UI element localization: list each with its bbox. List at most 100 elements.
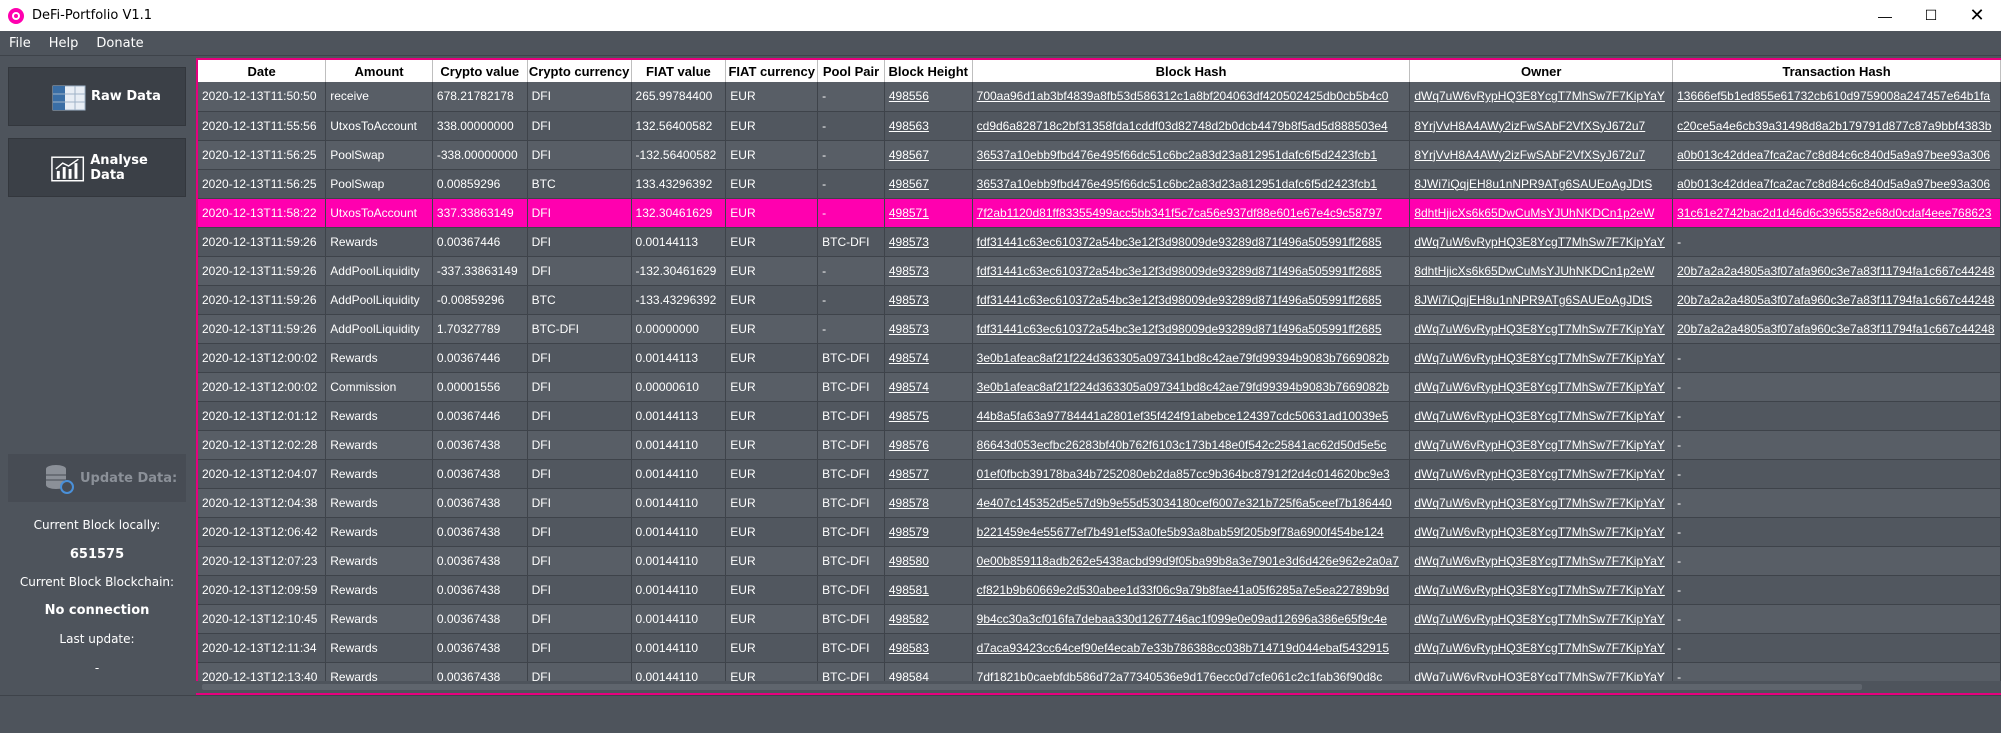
maximize-button[interactable]: ☐ bbox=[1908, 0, 1954, 31]
table-cell-block-height[interactable]: 498579 bbox=[884, 517, 973, 547]
table-row[interactable]: 2020-12-13T12:10:45 Rewards 0.00367438 DFI 0… bbox=[198, 604, 2001, 634]
table-row[interactable]: 2020-12-13T11:56:25 PoolSwap 0.00859296 BTC… bbox=[198, 169, 2001, 199]
table-cell-block-hash[interactable]: 7f2ab1120d81ff83355499acc5bb341f5c7ca56e… bbox=[972, 198, 1411, 228]
table-cell-block-height[interactable]: 498556 bbox=[884, 82, 973, 112]
table-cell-owner[interactable]: dWq7uW6vRypHQ3E8YcgT7MhSw7F7KipYaY bbox=[1409, 372, 1674, 402]
column-header-crypto-currency[interactable]: Crypto currency bbox=[527, 60, 632, 82]
table-cell-owner[interactable]: dWq7uW6vRypHQ3E8YcgT7MhSw7F7KipYaY bbox=[1409, 604, 1674, 634]
table-cell-block-height[interactable]: 498573 bbox=[884, 314, 973, 344]
column-header-pool-pair[interactable]: Pool Pair bbox=[817, 60, 885, 82]
table-cell-owner[interactable]: dWq7uW6vRypHQ3E8YcgT7MhSw7F7KipYaY bbox=[1409, 227, 1674, 257]
column-header-amount[interactable]: Amount bbox=[325, 60, 433, 82]
menu-file[interactable]: File bbox=[0, 36, 40, 51]
table-cell-block-height[interactable]: 498573 bbox=[884, 285, 973, 315]
table-cell-block-height[interactable]: 498574 bbox=[884, 372, 973, 402]
table-row[interactable]: 2020-12-13T12:00:02 Commission 0.00001556 D… bbox=[198, 372, 2001, 402]
table-cell-block-height[interactable]: 498563 bbox=[884, 111, 973, 141]
table-cell-block-height[interactable]: 498583 bbox=[884, 633, 973, 663]
table-cell-block-hash[interactable]: d7aca93423cc64cef90ef4ecab7e33b786388cc0… bbox=[972, 633, 1411, 663]
close-button[interactable]: ✕ bbox=[1954, 0, 2000, 31]
table-cell-block-height[interactable]: 498581 bbox=[884, 575, 973, 605]
table-cell-block-hash[interactable]: 3e0b1afeac8af21f224d363305a097341bd8c42a… bbox=[972, 372, 1411, 402]
horizontal-scrollbar[interactable] bbox=[196, 681, 2001, 693]
table-cell-owner[interactable]: 8dhtHjicXs6k65DwCuMsYJUhNKDCn1p2eW bbox=[1409, 198, 1674, 228]
table-row[interactable]: 2020-12-13T11:59:26 AddPoolLiquidity -0.00… bbox=[198, 285, 2001, 315]
table-cell-owner[interactable]: dWq7uW6vRypHQ3E8YcgT7MhSw7F7KipYaY bbox=[1409, 430, 1674, 460]
table-cell-transaction-hash[interactable]: c20ce5a4e6cb39a31498d8a2b179791d877c87a9… bbox=[1672, 111, 2001, 141]
column-header-fiat-value[interactable]: FIAT value bbox=[631, 60, 727, 82]
update-data-button[interactable]: Update Data: bbox=[8, 454, 186, 502]
table-cell-block-height[interactable]: 498582 bbox=[884, 604, 973, 634]
table-cell-block-hash[interactable]: 01ef0fbcb39178ba34b7252080eb2da857cc9b36… bbox=[972, 459, 1411, 489]
table-cell-block-hash[interactable]: fdf31441c63ec610372a54bc3e12f3d98009de93… bbox=[972, 227, 1411, 257]
table-cell-block-hash[interactable]: fdf31441c63ec610372a54bc3e12f3d98009de93… bbox=[972, 314, 1411, 344]
table-cell-block-height[interactable]: 498573 bbox=[884, 227, 973, 257]
table-cell-owner[interactable]: 8JWi7iQqjEH8u1nNPR9ATg6SAUEoAgJDtS bbox=[1409, 285, 1674, 315]
table-cell-owner[interactable]: dWq7uW6vRypHQ3E8YcgT7MhSw7F7KipYaY bbox=[1409, 633, 1674, 663]
table-cell-block-height[interactable]: 498575 bbox=[884, 401, 973, 431]
table-cell-block-hash[interactable]: 36537a10ebb9fbd476e495f66dc51c6bc2a83d23… bbox=[972, 169, 1411, 199]
table-cell-transaction-hash[interactable]: a0b013c42ddea7fca2ac7c8d84c6c840d5a9a97b… bbox=[1672, 169, 2001, 199]
table-row[interactable]: 2020-12-13T12:01:12 Rewards 0.00367446 DFI 0… bbox=[198, 401, 2001, 431]
table-cell-owner[interactable]: dWq7uW6vRypHQ3E8YcgT7MhSw7F7KipYaY bbox=[1409, 488, 1674, 518]
table-cell-block-hash[interactable]: fdf31441c63ec610372a54bc3e12f3d98009de93… bbox=[972, 285, 1411, 315]
table-cell-owner[interactable]: dWq7uW6vRypHQ3E8YcgT7MhSw7F7KipYaY bbox=[1409, 82, 1674, 112]
table-cell-owner[interactable]: dWq7uW6vRypHQ3E8YcgT7MhSw7F7KipYaY bbox=[1409, 517, 1674, 547]
table-cell-owner[interactable]: dWq7uW6vRypHQ3E8YcgT7MhSw7F7KipYaY bbox=[1409, 343, 1674, 373]
table-row[interactable]: 2020-12-13T11:59:26 AddPoolLiquidity -337.… bbox=[198, 256, 2001, 286]
table-cell-block-height[interactable]: 498571 bbox=[884, 198, 973, 228]
menu-help[interactable]: Help bbox=[40, 36, 88, 51]
table-cell-block-hash[interactable]: 4e407c145352d5e57d9b9e55d53034180cef6007… bbox=[972, 488, 1411, 518]
table-cell-block-height[interactable]: 498578 bbox=[884, 488, 973, 518]
column-header-fiat-currency[interactable]: FIAT currency bbox=[725, 60, 819, 82]
table-cell-owner[interactable]: dWq7uW6vRypHQ3E8YcgT7MhSw7F7KipYaY bbox=[1409, 459, 1674, 489]
table-row[interactable]: 2020-12-13T12:06:42 Rewards 0.00367438 DFI 0… bbox=[198, 517, 2001, 547]
column-header-block-hash[interactable]: Block Hash bbox=[972, 60, 1411, 82]
raw-data-button[interactable]: Raw Data bbox=[8, 67, 186, 126]
table-row[interactable]: 2020-12-13T12:04:38 Rewards 0.00367438 DFI 0… bbox=[198, 488, 2001, 518]
table-cell-block-hash[interactable]: fdf31441c63ec610372a54bc3e12f3d98009de93… bbox=[972, 256, 1411, 286]
table-cell-owner[interactable]: 8YrjVvH8A4AWy2izFwSAbF2VfXSyJ672u7 bbox=[1409, 140, 1674, 170]
table-cell-block-height[interactable]: 498576 bbox=[884, 430, 973, 460]
table-row[interactable]: 2020-12-13T12:02:28 Rewards 0.00367438 DFI 0… bbox=[198, 430, 2001, 460]
table-cell-transaction-hash[interactable]: 20b7a2a2a4805a3f07afa960c3e7a83f11794fa1… bbox=[1672, 285, 2001, 315]
column-header-owner[interactable]: Owner bbox=[1409, 60, 1674, 82]
column-header-transaction-hash[interactable]: Transaction Hash bbox=[1672, 60, 2001, 82]
table-row[interactable]: 2020-12-13T12:07:23 Rewards 0.00367438 DFI 0… bbox=[198, 546, 2001, 576]
table-row[interactable]: 2020-12-13T11:55:56 UtxosToAccount 338.000… bbox=[198, 111, 2001, 141]
table-cell-transaction-hash[interactable]: 20b7a2a2a4805a3f07afa960c3e7a83f11794fa1… bbox=[1672, 314, 2001, 344]
table-cell-block-hash[interactable]: 700aa96d1ab3bf4839a8fb53d586312c1a8bf204… bbox=[972, 82, 1411, 112]
table-row[interactable]: 2020-12-13T12:11:34 Rewards 0.00367438 DFI 0… bbox=[198, 633, 2001, 663]
column-header-block-height[interactable]: Block Height bbox=[884, 60, 973, 82]
table-cell-owner[interactable]: 8dhtHjicXs6k65DwCuMsYJUhNKDCn1p2eW bbox=[1409, 256, 1674, 286]
table-cell-owner[interactable]: 8YrjVvH8A4AWy2izFwSAbF2VfXSyJ672u7 bbox=[1409, 111, 1674, 141]
table-cell-block-height[interactable]: 498580 bbox=[884, 546, 973, 576]
minimize-button[interactable]: — bbox=[1862, 0, 1908, 31]
scrollbar-thumb[interactable] bbox=[202, 684, 1862, 690]
table-cell-block-height[interactable]: 498577 bbox=[884, 459, 973, 489]
table-cell-block-hash[interactable]: 44b8a5fa63a97784441a2801ef35f424f91abebc… bbox=[972, 401, 1411, 431]
table-cell-block-height[interactable]: 498573 bbox=[884, 256, 973, 286]
table-cell-owner[interactable]: dWq7uW6vRypHQ3E8YcgT7MhSw7F7KipYaY bbox=[1409, 546, 1674, 576]
table-row[interactable]: 2020-12-13T11:59:26 Rewards 0.00367446 DFI 0… bbox=[198, 227, 2001, 257]
analyse-data-button[interactable]: Analyse Data bbox=[8, 138, 186, 197]
table-cell-transaction-hash[interactable]: 13666ef5b1ed855e61732cb610d9759008a24745… bbox=[1672, 82, 2001, 112]
table-cell-block-hash[interactable]: 0e00b859118adb262e5438acbd99d9f05ba99b8a… bbox=[972, 546, 1411, 576]
table-cell-block-hash[interactable]: 86643d053ecfbc26283bf40b762f6103c173b148… bbox=[972, 430, 1411, 460]
menu-donate[interactable]: Donate bbox=[87, 36, 152, 51]
table-cell-block-hash[interactable]: cd9d6a828718c2bf31358fda1cddf03d82748d2b… bbox=[972, 111, 1411, 141]
table-cell-transaction-hash[interactable]: a0b013c42ddea7fca2ac7c8d84c6c840d5a9a97b… bbox=[1672, 140, 2001, 170]
table-cell-block-height[interactable]: 498574 bbox=[884, 343, 973, 373]
table-cell-owner[interactable]: dWq7uW6vRypHQ3E8YcgT7MhSw7F7KipYaY bbox=[1409, 401, 1674, 431]
table-cell-block-height[interactable]: 498567 bbox=[884, 140, 973, 170]
table-cell-block-hash[interactable]: 9b4cc30a3cf016fa7debaa330d1267746ac1f099… bbox=[972, 604, 1411, 634]
table-cell-transaction-hash[interactable]: 31c61e2742bac2d1d46d6c3965582e68d0cdaf4e… bbox=[1672, 198, 2001, 228]
column-header-date[interactable]: Date bbox=[198, 60, 327, 82]
table-cell-block-hash[interactable]: 36537a10ebb9fbd476e495f66dc51c6bc2a83d23… bbox=[972, 140, 1411, 170]
table-cell-owner[interactable]: dWq7uW6vRypHQ3E8YcgT7MhSw7F7KipYaY bbox=[1409, 575, 1674, 605]
table-row[interactable]: 2020-12-13T12:00:02 Rewards 0.00367446 DFI 0… bbox=[198, 343, 2001, 373]
table-cell-owner[interactable]: dWq7uW6vRypHQ3E8YcgT7MhSw7F7KipYaY bbox=[1409, 314, 1674, 344]
table-cell-block-hash[interactable]: 3e0b1afeac8af21f224d363305a097341bd8c42a… bbox=[972, 343, 1411, 373]
table-row[interactable]: 2020-12-13T12:04:07 Rewards 0.00367438 DFI 0… bbox=[198, 459, 2001, 489]
table-cell-block-hash[interactable]: b221459e4e55677ef7b491ef53a0fe5b93a8bab5… bbox=[972, 517, 1411, 547]
